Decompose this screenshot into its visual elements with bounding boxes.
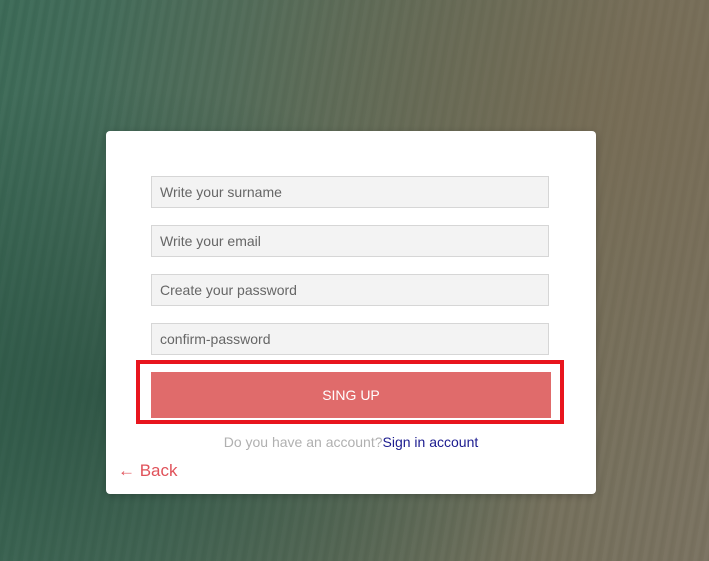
password-field[interactable] [151,274,549,306]
confirm-password-field[interactable] [151,323,549,355]
account-prompt: Do you have an account?Sign in account [106,434,596,450]
signup-card: SING UP Do you have an account?Sign in a… [106,131,596,494]
signin-link[interactable]: Sign in account [383,434,479,450]
back-link[interactable]: ← Back [118,461,178,481]
account-question: Do you have an account? [223,434,383,450]
email-field[interactable] [151,225,549,257]
surname-field[interactable] [151,176,549,208]
signup-button[interactable]: SING UP [151,372,551,418]
